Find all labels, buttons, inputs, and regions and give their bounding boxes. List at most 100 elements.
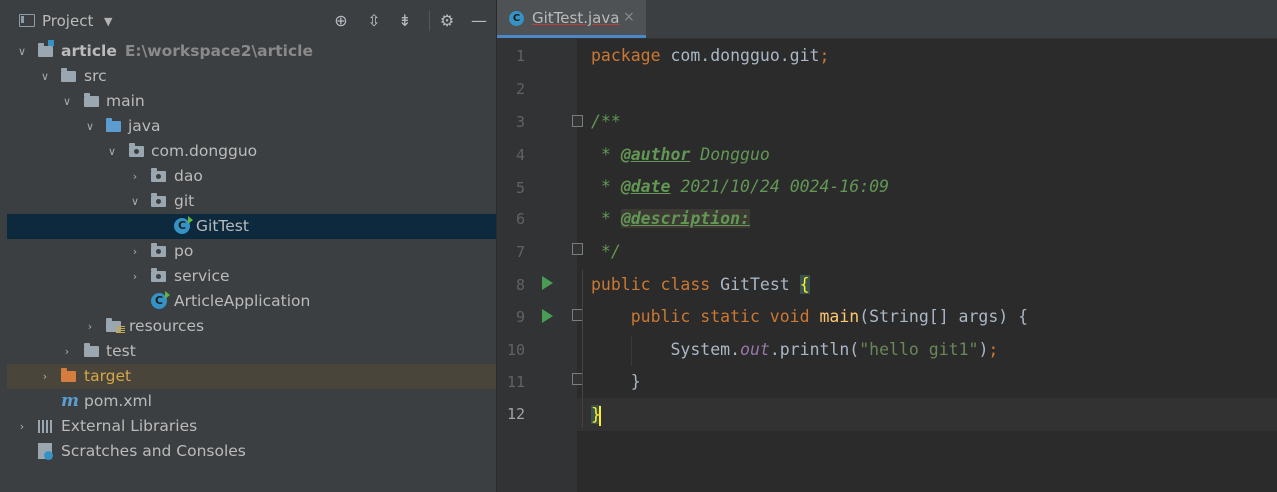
maven-icon: m bbox=[61, 391, 79, 411]
tree-item-main[interactable]: ∨ main bbox=[7, 89, 496, 114]
tree-item-article[interactable]: ∨ article E:\workspace2\article bbox=[7, 39, 496, 64]
fold-icon[interactable] bbox=[572, 115, 583, 127]
tree-item-label: java bbox=[128, 117, 161, 135]
chevron-down-icon[interactable]: ∨ bbox=[128, 189, 142, 214]
tree-item-label: service bbox=[174, 267, 230, 285]
tree-item-target[interactable]: › target bbox=[7, 364, 496, 389]
tree-item-label: test bbox=[106, 342, 136, 360]
tree-item-label: pom.xml bbox=[84, 392, 152, 410]
chevron-down-icon[interactable]: ∨ bbox=[83, 114, 97, 139]
line-number: 2 bbox=[515, 80, 525, 98]
project-view-icon bbox=[19, 14, 35, 27]
code-class-name: GitTest bbox=[710, 275, 800, 294]
code-line-9: public static void main(String[] args) { bbox=[591, 300, 1028, 333]
run-class-icon[interactable] bbox=[542, 276, 553, 290]
collapse-all-icon[interactable]: ⇟ bbox=[395, 11, 415, 31]
code-line-11: } bbox=[591, 365, 641, 398]
scratches-icon bbox=[38, 443, 53, 460]
code-line-8: public class GitTest { bbox=[591, 268, 810, 301]
code-keyword: public static void bbox=[591, 307, 810, 326]
code-string: "hello git1" bbox=[859, 340, 979, 359]
tree-item-resources[interactable]: › resources bbox=[7, 314, 496, 339]
project-panel: Project ▼ ⊕ ⇳ ⇟ ⚙ — ∨ article E:\workspac… bbox=[7, 0, 496, 492]
close-icon[interactable]: × bbox=[623, 9, 635, 25]
tree-item-git[interactable]: ∨ git bbox=[7, 189, 496, 214]
code-text: ) bbox=[978, 340, 989, 359]
excluded-folder-icon bbox=[61, 368, 76, 382]
settings-gear-icon[interactable]: ⚙ bbox=[437, 11, 457, 31]
line-number-current: 12 bbox=[506, 405, 525, 423]
hide-minus-icon[interactable]: — bbox=[469, 11, 489, 31]
tree-item-test[interactable]: › test bbox=[7, 339, 496, 364]
editor-tab-bar: C GitTest.java × bbox=[497, 0, 1277, 39]
tree-item-src[interactable]: ∨ src bbox=[7, 64, 496, 89]
tree-item-com-dongguo[interactable]: ∨ com.dongguo bbox=[7, 139, 496, 164]
line-number: 9 bbox=[515, 308, 525, 326]
tree-item-label: resources bbox=[129, 317, 205, 335]
code-semicolon: ; bbox=[819, 46, 830, 65]
folder-icon bbox=[84, 343, 99, 357]
tab-label[interactable]: GitTest.java bbox=[532, 9, 619, 27]
tree-item-label: git bbox=[174, 192, 195, 210]
tree-item-service[interactable]: › service bbox=[7, 264, 496, 289]
tree-item-label: Scratches and Consoles bbox=[61, 442, 246, 460]
folder-icon bbox=[84, 93, 99, 107]
tree-item-pom-xml[interactable]: m pom.xml bbox=[7, 389, 496, 414]
text-caret bbox=[598, 405, 601, 426]
project-panel-title[interactable]: Project bbox=[42, 12, 93, 30]
tree-item-articleapplication[interactable]: C ArticleApplication bbox=[7, 289, 496, 314]
code-keyword: package bbox=[591, 46, 661, 65]
chevron-right-icon[interactable]: › bbox=[83, 314, 97, 339]
line-number: 5 bbox=[515, 179, 525, 197]
code-line-5: * @date 2021/10/24 0024-16:09 bbox=[591, 170, 889, 203]
chevron-right-icon[interactable]: › bbox=[128, 239, 142, 264]
package-icon bbox=[151, 168, 166, 182]
code-doc-tag: @description: bbox=[620, 209, 750, 228]
chevron-right-icon[interactable]: › bbox=[15, 414, 29, 439]
code-static-field: out bbox=[740, 340, 770, 359]
tree-item-scratches[interactable]: Scratches and Consoles bbox=[7, 439, 496, 464]
tree-item-label: GitTest bbox=[196, 217, 249, 235]
chevron-right-icon[interactable]: › bbox=[60, 339, 74, 364]
locate-icon[interactable]: ⊕ bbox=[331, 11, 351, 31]
tab-gittest-java[interactable]: C GitTest.java × bbox=[497, 0, 646, 38]
code-text: } bbox=[591, 372, 641, 391]
tree-item-gittest[interactable]: C GitTest bbox=[7, 214, 496, 239]
spring-boot-class-icon: C bbox=[151, 291, 170, 309]
editor-gutter: 1 2 3 4 5 6 7 8 9 10 11 12 bbox=[497, 39, 583, 492]
code-doc: Dongguo bbox=[690, 145, 770, 164]
chevron-down-icon[interactable]: ▼ bbox=[104, 15, 112, 28]
tree-item-po[interactable]: › po bbox=[7, 239, 496, 264]
project-panel-header: Project ▼ ⊕ ⇳ ⇟ ⚙ — bbox=[7, 0, 496, 39]
chevron-down-icon[interactable]: ∨ bbox=[15, 39, 29, 64]
chevron-right-icon[interactable]: › bbox=[128, 164, 142, 189]
code-line-12: } bbox=[591, 398, 601, 431]
run-method-icon[interactable] bbox=[542, 309, 553, 323]
chevron-right-icon[interactable]: › bbox=[38, 364, 52, 389]
package-icon bbox=[151, 193, 166, 207]
code-line-7: */ bbox=[591, 235, 621, 268]
code-semicolon: ; bbox=[988, 340, 999, 359]
code-text: System. bbox=[591, 340, 741, 359]
chevron-down-icon[interactable]: ∨ bbox=[105, 139, 119, 164]
tree-item-label: po bbox=[174, 242, 194, 260]
code-method-name: main bbox=[809, 307, 860, 326]
line-number: 1 bbox=[515, 47, 525, 65]
code-text: com.dongguo.git bbox=[660, 46, 820, 65]
chevron-right-icon[interactable]: › bbox=[128, 264, 142, 289]
fold-icon[interactable] bbox=[572, 243, 583, 255]
code-doc: /** bbox=[591, 112, 621, 131]
tree-item-dao[interactable]: › dao bbox=[7, 164, 496, 189]
tree-item-label: dao bbox=[174, 167, 203, 185]
tree-item-label: main bbox=[106, 92, 145, 110]
module-path: E:\workspace2\article bbox=[124, 42, 313, 60]
tree-item-java[interactable]: ∨ java bbox=[7, 114, 496, 139]
chevron-down-icon[interactable]: ∨ bbox=[60, 89, 74, 114]
expand-all-icon[interactable]: ⇳ bbox=[364, 11, 384, 31]
tree-item-external-libraries[interactable]: › External Libraries bbox=[7, 414, 496, 439]
line-number: 8 bbox=[515, 276, 525, 294]
code-line-1: package com.dongguo.git; bbox=[591, 39, 829, 72]
code-text: .println( bbox=[769, 340, 860, 359]
code-doc: * bbox=[591, 209, 621, 228]
chevron-down-icon[interactable]: ∨ bbox=[38, 64, 52, 89]
